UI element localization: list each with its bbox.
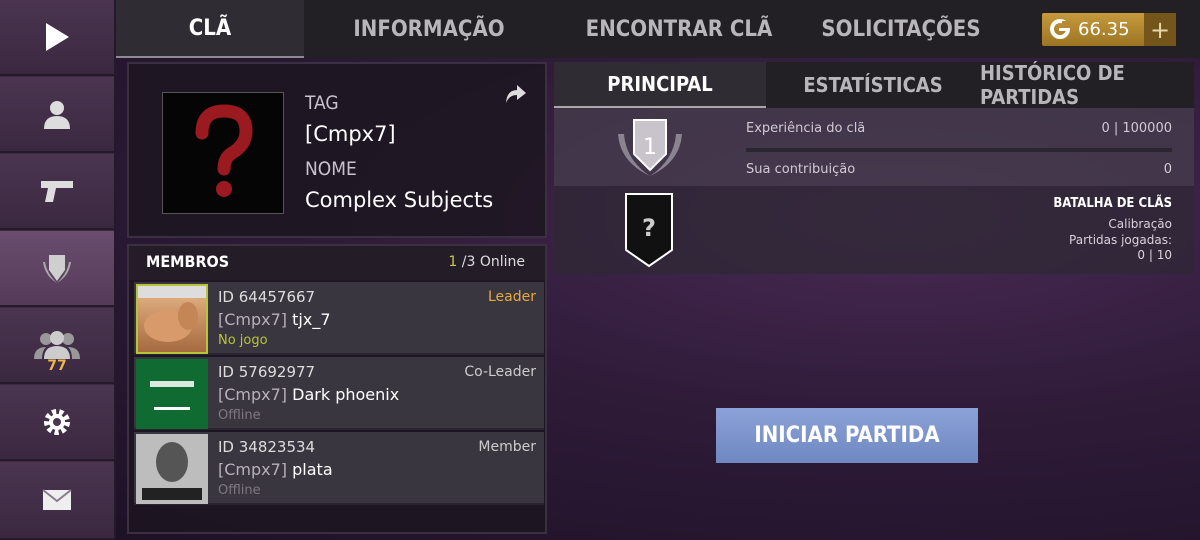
member-avatar	[136, 359, 208, 429]
tab-main[interactable]: PRINCIPAL	[554, 62, 766, 108]
member-id: ID 34823534	[218, 438, 316, 456]
battle-rank-badge-icon: ?	[625, 193, 673, 268]
member-row[interactable]: ID 64457667 Leader [Cmpx7] tjx_7 No jogo	[134, 282, 544, 355]
currency-value: 66.35	[1078, 19, 1130, 40]
member-clan-tag: [Cmpx7]	[218, 310, 288, 329]
clan-name: Complex Subjects	[305, 188, 494, 212]
clan-info-panel: TAG [Cmpx7] NOME Complex Subjects	[127, 62, 547, 238]
tab-find-clan[interactable]: ENCONTRAR CLÃ	[554, 0, 804, 58]
add-currency-button[interactable]: +	[1144, 13, 1176, 46]
member-role: Leader	[487, 289, 536, 305]
clan-battle-title: BATALHA DE CLÃS	[1053, 196, 1172, 211]
clan-tag: [Cmpx7]	[305, 122, 396, 146]
play-button[interactable]	[0, 0, 114, 76]
friends-count-badge: 77	[47, 358, 67, 374]
member-row[interactable]: ID 34823534 Member [Cmpx7] plata Offline	[134, 432, 544, 505]
members-header: MEMBROS 1 /3 Online	[129, 246, 545, 280]
friends-icon	[34, 331, 80, 359]
clan-battle-panel: ? BATALHA DE CLÃS Calibração Partidas jo…	[554, 186, 1194, 274]
xp-label: Experiência do clã	[746, 121, 866, 136]
share-icon[interactable]	[505, 84, 527, 104]
mail-icon	[42, 489, 72, 510]
battle-rank-symbol: ?	[642, 214, 656, 242]
xp-value: 0 | 100000	[1101, 121, 1172, 136]
member-id: ID 57692977	[218, 363, 316, 381]
member-name: [Cmpx7] Dark phoenix	[218, 385, 399, 404]
clan-level-badge-icon: 1	[618, 119, 682, 176]
member-nickname: tjx_7	[292, 310, 331, 329]
members-title: MEMBROS	[146, 252, 230, 271]
member-nickname: Dark phoenix	[292, 385, 400, 404]
mail-button[interactable]	[0, 462, 114, 540]
currency-display[interactable]: 66.35 +	[1042, 13, 1176, 46]
gear-icon	[44, 409, 70, 435]
member-avatar	[136, 434, 208, 504]
member-clan-tag: [Cmpx7]	[218, 385, 288, 404]
member-avatar	[136, 284, 208, 354]
clan-emblem-image	[162, 92, 284, 214]
member-role: Member	[478, 439, 536, 455]
tab-statistics[interactable]: ESTATÍSTICAS	[766, 62, 980, 108]
calibration-label: Calibração	[1108, 217, 1172, 231]
member-role: Co-Leader	[464, 364, 536, 380]
member-status: Offline	[218, 483, 261, 498]
start-match-button[interactable]: INICIAR PARTIDA	[716, 408, 978, 463]
matches-played-label: Partidas jogadas:	[1069, 233, 1172, 247]
tab-requests[interactable]: SOLICITAÇÕES	[804, 0, 998, 58]
weapons-button[interactable]	[0, 154, 114, 230]
name-label: NOME	[305, 158, 357, 180]
contribution-label: Sua contribuição	[746, 162, 856, 177]
tag-label: TAG	[305, 92, 339, 114]
top-tabs: CLÃ INFORMAÇÃO ENCONTRAR CLÃ SOLICITAÇÕE…	[116, 0, 1000, 58]
contribution-value: 0	[1163, 162, 1172, 177]
matches-played-value: 0 | 10	[1137, 248, 1172, 262]
members-panel: MEMBROS 1 /3 Online ID 64457667 Leader […	[127, 244, 547, 534]
clan-button[interactable]	[0, 231, 114, 307]
clan-emblem-icon	[43, 255, 71, 283]
member-id: ID 64457667	[218, 288, 316, 306]
member-name: [Cmpx7] tjx_7	[218, 310, 331, 329]
online-count-total: /3 Online	[461, 254, 525, 270]
clan-level-number: 1	[643, 135, 657, 160]
tab-match-history[interactable]: HISTÓRICO DE PARTIDAS	[980, 61, 1194, 109]
member-status: Offline	[218, 408, 261, 423]
member-name: [Cmpx7] plata	[218, 460, 333, 479]
avatar-photo-icon	[136, 434, 208, 504]
clan-detail-tabs: PRINCIPAL ESTATÍSTICAS HISTÓRICO DE PART…	[554, 61, 1194, 109]
gold-g-icon	[1050, 19, 1070, 39]
member-clan-tag: [Cmpx7]	[218, 460, 288, 479]
pistol-icon	[41, 181, 73, 202]
tab-information[interactable]: INFORMAÇÃO	[304, 0, 554, 58]
member-status: No jogo	[218, 333, 268, 348]
profile-icon	[44, 101, 70, 129]
question-mark-emblem-icon	[195, 104, 253, 197]
clan-level-panel: 1 Experiência do clã 0 | 100000 Sua cont…	[554, 108, 1194, 186]
member-nickname: plata	[292, 460, 333, 479]
avatar-photo-icon	[138, 286, 206, 342]
saudi-flag-icon	[136, 359, 208, 429]
online-count: 1 /3 Online	[448, 254, 525, 270]
settings-button[interactable]	[0, 385, 114, 461]
play-icon	[46, 23, 69, 51]
profile-button[interactable]	[0, 77, 114, 153]
member-row[interactable]: ID 57692977 Co-Leader [Cmpx7] Dark phoen…	[134, 357, 544, 430]
online-count-number: 1	[448, 254, 458, 270]
xp-progress-bar	[746, 148, 1172, 152]
sidebar: 77	[0, 0, 116, 540]
tab-clan[interactable]: CLÃ	[116, 0, 304, 58]
